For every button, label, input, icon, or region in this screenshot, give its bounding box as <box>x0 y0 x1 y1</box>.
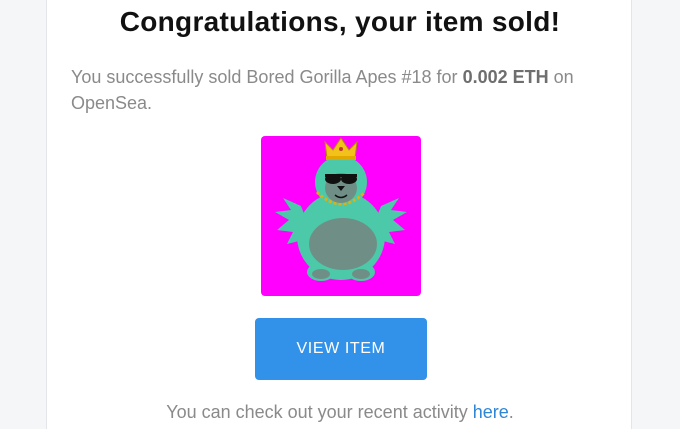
headline: Congratulations, your item sold! <box>119 6 561 37</box>
view-item-button[interactable]: VIEW ITEM <box>255 318 427 380</box>
email-page: Congratulations, your item sold! You suc… <box>0 0 680 429</box>
email-card: Congratulations, your item sold! You suc… <box>46 0 632 429</box>
recent-activity-text: You can check out your recent activity <box>166 402 473 422</box>
recent-activity-link[interactable]: here <box>473 402 509 422</box>
gorilla-illustration <box>261 136 421 296</box>
recent-activity-note: You can check out your recent activity h… <box>47 402 633 423</box>
sale-message-text: You successfully sold Bored Gorilla Apes… <box>71 67 463 87</box>
nft-image[interactable] <box>261 136 421 296</box>
sale-message: You successfully sold Bored Gorilla Apes… <box>71 64 611 116</box>
sale-amount: 0.002 ETH <box>462 67 549 87</box>
recent-activity-period: . <box>508 402 514 422</box>
